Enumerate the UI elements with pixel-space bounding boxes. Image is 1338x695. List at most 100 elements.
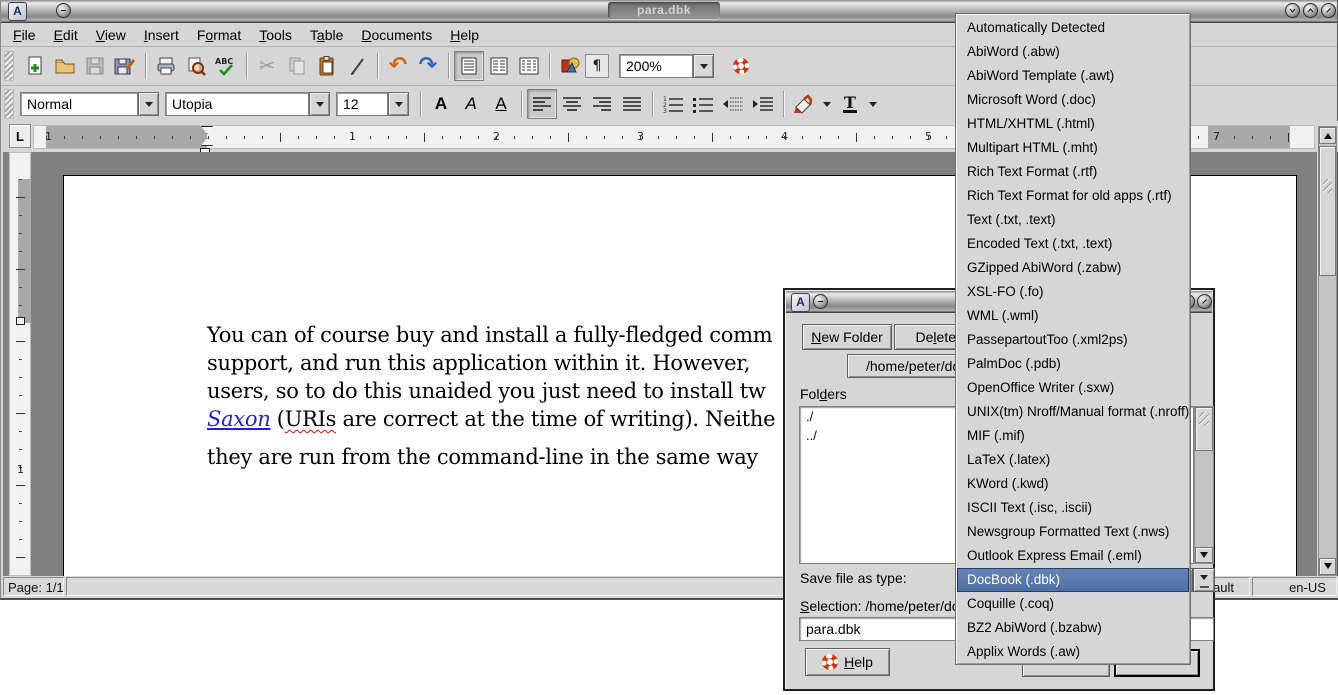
- insert-image-button[interactable]: [555, 51, 585, 81]
- print-preview-button[interactable]: [181, 51, 211, 81]
- menu-tools[interactable]: Tools: [259, 27, 292, 43]
- open-folder-button[interactable]: [50, 51, 80, 81]
- filetype-option[interactable]: XSL-FO (.fo): [957, 280, 1189, 304]
- font-dropdown-arrow-icon[interactable]: [309, 92, 330, 116]
- new-document-button[interactable]: [20, 51, 50, 81]
- filetype-option[interactable]: AbiWord Template (.awt): [957, 64, 1189, 88]
- folders-scrollbar-thumb[interactable]: [1195, 407, 1213, 451]
- size-dropdown-arrow-icon[interactable]: [388, 92, 409, 116]
- window-menu-button[interactable]: [56, 3, 71, 18]
- tab-stop-selector[interactable]: L: [9, 124, 31, 148]
- highlight-color-dropdown-icon[interactable]: [819, 93, 835, 115]
- font-size-value[interactable]: 12: [336, 92, 388, 116]
- spellcheck-button[interactable]: ABC: [211, 51, 241, 81]
- align-right-button[interactable]: [587, 89, 617, 119]
- language-indicator[interactable]: en-US: [1252, 577, 1337, 596]
- filetype-option[interactable]: Encoded Text (.txt, .text): [957, 232, 1189, 256]
- filetype-option[interactable]: Multipart HTML (.mht): [957, 136, 1189, 160]
- filetype-option[interactable]: PassepartoutToo (.xml2ps): [957, 328, 1189, 352]
- print-button[interactable]: [151, 51, 181, 81]
- filetype-option[interactable]: KWord (.kwd): [957, 472, 1189, 496]
- document-text[interactable]: You can of course buy and install a full…: [207, 321, 775, 471]
- save-as-button[interactable]: [110, 51, 140, 81]
- filetype-option[interactable]: Coquille (.coq): [957, 592, 1189, 616]
- filetype-option[interactable]: Outlook Express Email (.eml): [957, 544, 1189, 568]
- filetype-option-selected[interactable]: DocBook (.dbk): [957, 568, 1189, 592]
- menu-view[interactable]: View: [96, 27, 126, 43]
- menu-insert[interactable]: Insert: [144, 27, 179, 43]
- filetype-option[interactable]: MIF (.mif): [957, 424, 1189, 448]
- show-paragraphs-button[interactable]: ¶: [585, 54, 609, 78]
- style-combobox[interactable]: Normal: [20, 92, 159, 116]
- menu-format[interactable]: Format: [197, 27, 241, 43]
- help-button[interactable]: Help: [805, 648, 890, 676]
- menu-documents[interactable]: Documents: [361, 27, 432, 43]
- dialog-close-icon[interactable]: [1197, 294, 1212, 309]
- filetype-option[interactable]: Applix Words (.aw): [957, 640, 1189, 664]
- menu-edit[interactable]: Edit: [54, 27, 78, 43]
- menu-table[interactable]: Table: [310, 27, 343, 43]
- two-column-view-button[interactable]: [484, 51, 514, 81]
- filetype-option[interactable]: ISCII Text (.isc, .iscii): [957, 496, 1189, 520]
- zoom-dropdown-arrow-icon[interactable]: [693, 54, 714, 78]
- new-folder-button[interactable]: New Folder: [802, 324, 892, 350]
- filetype-dropdown-arrow-icon[interactable]: [1193, 568, 1215, 592]
- justify-button[interactable]: [617, 89, 647, 119]
- style-dropdown-arrow-icon[interactable]: [138, 92, 159, 116]
- filetype-option[interactable]: HTML/XHTML (.html): [957, 112, 1189, 136]
- align-center-button[interactable]: [557, 89, 587, 119]
- filetype-option[interactable]: BZ2 AbiWord (.bzabw): [957, 616, 1189, 640]
- maximize-icon[interactable]: [1303, 3, 1318, 18]
- font-size-combobox[interactable]: 12: [336, 92, 409, 116]
- filetype-option[interactable]: Microsoft Word (.doc): [957, 88, 1189, 112]
- paste-button[interactable]: [312, 51, 342, 81]
- folders-scroll-down-icon[interactable]: [1195, 547, 1213, 563]
- filetype-option[interactable]: Text (.txt, .text): [957, 208, 1189, 232]
- close-icon[interactable]: [1321, 3, 1336, 18]
- scroll-down-icon[interactable]: [1319, 558, 1336, 575]
- filetype-option[interactable]: PalmDoc (.pdb): [957, 352, 1189, 376]
- dialog-window-menu-button[interactable]: [813, 294, 828, 309]
- toolbar-handle[interactable]: [4, 51, 14, 81]
- scrollbar-thumb[interactable]: [1319, 146, 1336, 276]
- numbered-list-button[interactable]: 123: [658, 89, 688, 119]
- bold-button[interactable]: A: [426, 89, 456, 119]
- zoom-combobox[interactable]: 200%: [619, 54, 714, 78]
- style-value[interactable]: Normal: [20, 92, 138, 116]
- font-value[interactable]: Utopia: [165, 92, 309, 116]
- italic-button[interactable]: A: [456, 89, 486, 119]
- folders-list-scrollbar[interactable]: [1194, 406, 1214, 564]
- scroll-up-icon[interactable]: [1319, 127, 1336, 144]
- filetype-option[interactable]: Rich Text Format for old apps (.rtf): [957, 184, 1189, 208]
- filetype-option[interactable]: Newsgroup Formatted Text (.nws): [957, 520, 1189, 544]
- top-margin-marker[interactable]: [16, 317, 25, 325]
- vertical-ruler[interactable]: 1: [9, 152, 31, 576]
- menu-help[interactable]: Help: [450, 27, 479, 43]
- decrease-indent-button[interactable]: [718, 89, 748, 119]
- font-color-dropdown-icon[interactable]: [865, 93, 881, 115]
- zoom-value[interactable]: 200%: [619, 54, 693, 78]
- filetype-option[interactable]: Rich Text Format (.rtf): [957, 160, 1189, 184]
- font-combobox[interactable]: Utopia: [165, 92, 330, 116]
- shade-icon[interactable]: [1285, 3, 1300, 18]
- bullet-list-button[interactable]: [688, 89, 718, 119]
- filetype-option[interactable]: WML (.wml): [957, 304, 1189, 328]
- pen-icon[interactable]: [342, 51, 372, 81]
- filetype-option[interactable]: LaTeX (.latex): [957, 448, 1189, 472]
- filetype-option[interactable]: Automatically Detected: [957, 16, 1189, 40]
- underline-button[interactable]: A: [486, 89, 516, 119]
- align-left-button[interactable]: [527, 89, 557, 119]
- filetype-option[interactable]: GZipped AbiWord (.zabw): [957, 256, 1189, 280]
- menu-file[interactable]: File: [13, 27, 36, 43]
- vertical-scrollbar[interactable]: [1318, 126, 1337, 576]
- font-color-button[interactable]: T: [835, 89, 865, 119]
- increase-indent-button[interactable]: [748, 89, 778, 119]
- filetype-option[interactable]: AbiWord (.abw): [957, 40, 1189, 64]
- highlight-color-button[interactable]: [789, 89, 819, 119]
- normal-view-button[interactable]: [454, 51, 484, 81]
- redo-button[interactable]: ↷: [413, 51, 443, 81]
- undo-button[interactable]: ↶: [383, 51, 413, 81]
- three-column-view-button[interactable]: [514, 51, 544, 81]
- filetype-option[interactable]: UNIX(tm) Nroff/Manual format (.nroff): [957, 400, 1189, 424]
- saxon-hyperlink[interactable]: Saxon: [207, 407, 270, 431]
